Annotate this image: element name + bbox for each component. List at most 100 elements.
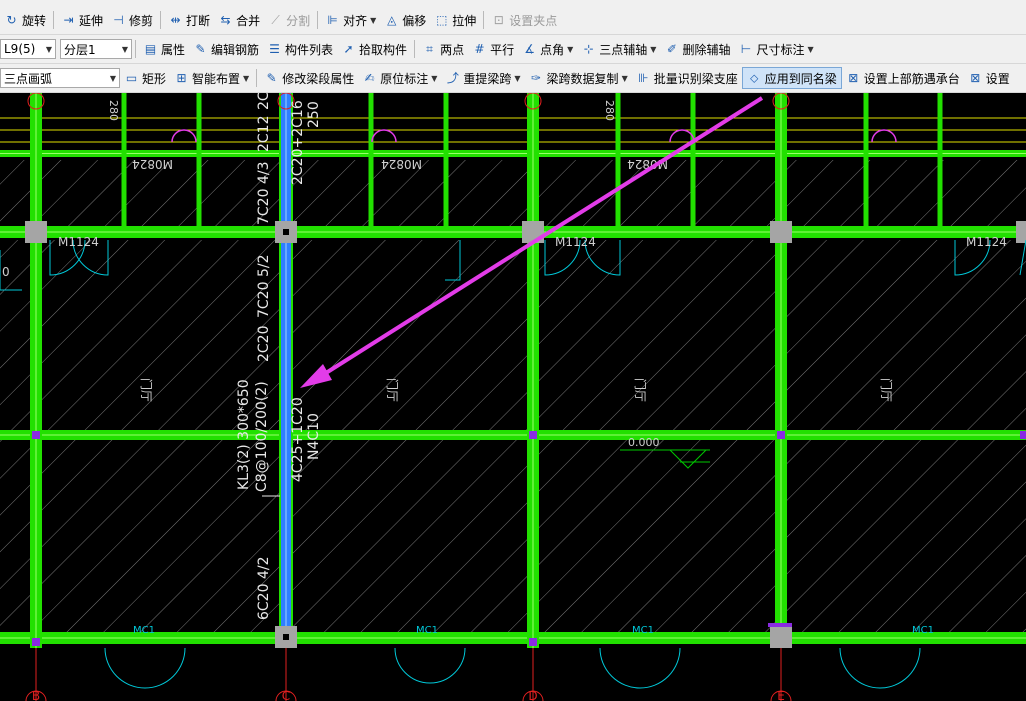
dropdown-arrow-icon: ▼	[243, 73, 250, 83]
align-icon: ⊫	[327, 12, 338, 27]
extend-button[interactable]: ⇥ 延伸	[57, 9, 107, 31]
set-grip-label: 设置夹点	[509, 13, 558, 28]
rectangle-button[interactable]: ▭ 矩形	[120, 67, 170, 89]
offset-button[interactable]: ◬ 偏移	[380, 9, 430, 31]
break-icon: ⇹	[170, 12, 181, 27]
element-select[interactable]: L9(5) ▼	[0, 39, 56, 59]
two-points-button[interactable]: ⌗ 两点	[418, 38, 468, 60]
room-label: 门厅	[139, 378, 154, 402]
parallel-button[interactable]: # 平行	[468, 38, 518, 60]
chevron-down-icon: ▼	[109, 73, 116, 83]
properties-button[interactable]: ▤ 属性	[139, 38, 189, 60]
grip-icon: ⊡	[493, 12, 504, 27]
door-label-mc1: MC1	[912, 625, 934, 636]
smart-layout-label: 智能布置	[192, 71, 241, 86]
re-extract-span-button[interactable]: ⤴ 重提梁跨 ▼	[441, 67, 524, 89]
rotate-label: 旋转	[22, 13, 47, 28]
beam-annotation-top-right2: 250	[306, 101, 322, 128]
split-button[interactable]: ⟋ 分割	[264, 9, 314, 31]
axis-label-d: D	[528, 689, 537, 701]
re-extract-span-icon: ⤴	[446, 70, 459, 85]
chevron-down-icon: ▼	[121, 44, 128, 54]
beam-stirrup-annotation: C8@100/200(2)	[254, 381, 270, 492]
rectangle-label: 矩形	[142, 71, 167, 86]
set-grip-button[interactable]: ⊡ 设置夹点	[487, 9, 561, 31]
dropdown-arrow-icon: ▼	[621, 73, 628, 83]
merge-icon: ⇆	[220, 12, 231, 27]
span-data-copy-button[interactable]: ✑ 梁跨数据复制 ▼	[525, 67, 632, 89]
split-label: 分割	[286, 13, 311, 28]
smart-layout-button[interactable]: ⊞ 智能布置 ▼	[170, 67, 253, 89]
trim-icon: ⊣	[113, 12, 124, 27]
modify-beam-segment-label: 修改梁段属性	[282, 71, 355, 86]
draw-mode-select[interactable]: 三点画弧 ▼	[0, 68, 120, 88]
rotate-button[interactable]: ↻ 旋转	[0, 9, 50, 31]
dropdown-arrow-icon: ▼	[370, 15, 377, 25]
span-data-copy-label: 梁跨数据复制	[546, 71, 619, 86]
dimension-label: 尺寸标注	[756, 42, 805, 57]
door-label-mc1: MC1	[632, 625, 654, 636]
point-angle-button[interactable]: ∡ 点角 ▼	[518, 38, 577, 60]
three-point-axis-label: 三点辅轴	[599, 42, 648, 57]
point-angle-label: 点角	[540, 42, 565, 57]
dimension-button[interactable]: ⊢ 尺寸标注 ▼	[734, 38, 817, 60]
offset-label: 偏移	[402, 13, 427, 28]
trim-label: 修剪	[129, 13, 154, 28]
delete-axis-label: 删除辅轴	[682, 42, 731, 57]
separator	[483, 11, 485, 29]
align-label: 对齐	[343, 13, 368, 28]
in-situ-annotation-icon: ✍	[364, 70, 375, 85]
three-point-axis-button[interactable]: ⊹ 三点辅轴 ▼	[577, 38, 660, 60]
component-toolbar: L9(5) ▼ 分层1 ▼ ▤ 属性 ✎ 编辑钢筋 ☰ 构件列表 ➚ 拾取构件 ⌗ 两点 # 平…	[0, 35, 1026, 64]
align-button[interactable]: ⊫ 对齐 ▼	[321, 9, 380, 31]
stretch-button[interactable]: ⬚ 拉伸	[430, 9, 480, 31]
apply-same-name-beam-icon: ⬦	[750, 70, 759, 85]
edit-rebar-button[interactable]: ✎ 编辑钢筋	[189, 38, 263, 60]
properties-label: 属性	[161, 42, 186, 57]
component-list-button[interactable]: ☰ 构件列表	[263, 38, 337, 60]
in-situ-annotation-label: 原位标注	[380, 71, 429, 86]
axis-label-e: E	[777, 689, 785, 701]
edit-rebar-icon: ✎	[195, 41, 206, 56]
dropdown-arrow-icon: ▼	[431, 73, 438, 83]
dropdown-arrow-icon: ▼	[514, 73, 521, 83]
draw-mode-value: 三点画弧	[4, 71, 53, 86]
parallel-label: 平行	[490, 42, 515, 57]
door-label-m1124: M1124	[966, 235, 1007, 249]
top-rebar-pile-cap-button[interactable]: ⊠ 设置上部筋遇承台	[842, 67, 964, 89]
modify-beam-segment-button[interactable]: ✎ 修改梁段属性	[260, 67, 358, 89]
parallel-icon: #	[474, 41, 485, 56]
elevation-text: 0.000	[628, 436, 660, 449]
beam-annotation-mid-1: 7C20 5/2	[256, 255, 272, 318]
beam-annotation-top-left: 2C12	[256, 116, 272, 153]
edit-rebar-label: 编辑钢筋	[211, 42, 260, 57]
dropdown-arrow-icon: ▼	[567, 44, 574, 54]
merge-button[interactable]: ⇆ 合并	[214, 9, 264, 31]
dimension-280: 280	[107, 100, 120, 121]
in-situ-annotation-button[interactable]: ✍ 原位标注 ▼	[358, 67, 441, 89]
delete-axis-button[interactable]: ✐ 删除辅轴	[660, 38, 734, 60]
component-list-icon: ☰	[269, 41, 280, 56]
beam-annotation-mid-right-1: 4C25+1C20	[290, 397, 306, 482]
merge-label: 合并	[236, 13, 261, 28]
pick-component-button[interactable]: ➚ 拾取构件	[337, 38, 411, 60]
door-label-mc1: MC1	[416, 625, 438, 636]
door-label-m0824: M0824	[132, 157, 173, 171]
axis-label-b: B	[32, 689, 40, 701]
floor-select[interactable]: 分层1 ▼	[60, 39, 132, 59]
apply-same-name-beam-button[interactable]: ⬦ 应用到同名梁	[741, 67, 842, 89]
door-label-m1124: M1124	[555, 235, 596, 249]
drawing-canvas[interactable]: B C D E M1124 M1124 M1124 0 M0824 M0824 …	[0, 93, 1026, 701]
element-select-value: L9(5)	[4, 42, 36, 56]
break-button[interactable]: ⇹ 打断	[164, 9, 214, 31]
left-stub-label: 0	[2, 265, 10, 279]
separator	[160, 11, 162, 29]
batch-identify-support-button[interactable]: ⊪ 批量识别梁支座	[632, 67, 742, 89]
door-label-m0824: M0824	[381, 157, 422, 171]
trim-button[interactable]: ⊣ 修剪	[107, 9, 157, 31]
settings-button[interactable]: ⊠ 设置	[964, 67, 1014, 89]
cad-drawing[interactable]: B C D E M1124 M1124 M1124 0 M0824 M0824 …	[0, 93, 1026, 701]
extend-icon: ⇥	[63, 12, 74, 27]
delete-axis-icon: ✐	[666, 41, 677, 56]
door-swings-bottom	[104, 647, 921, 689]
